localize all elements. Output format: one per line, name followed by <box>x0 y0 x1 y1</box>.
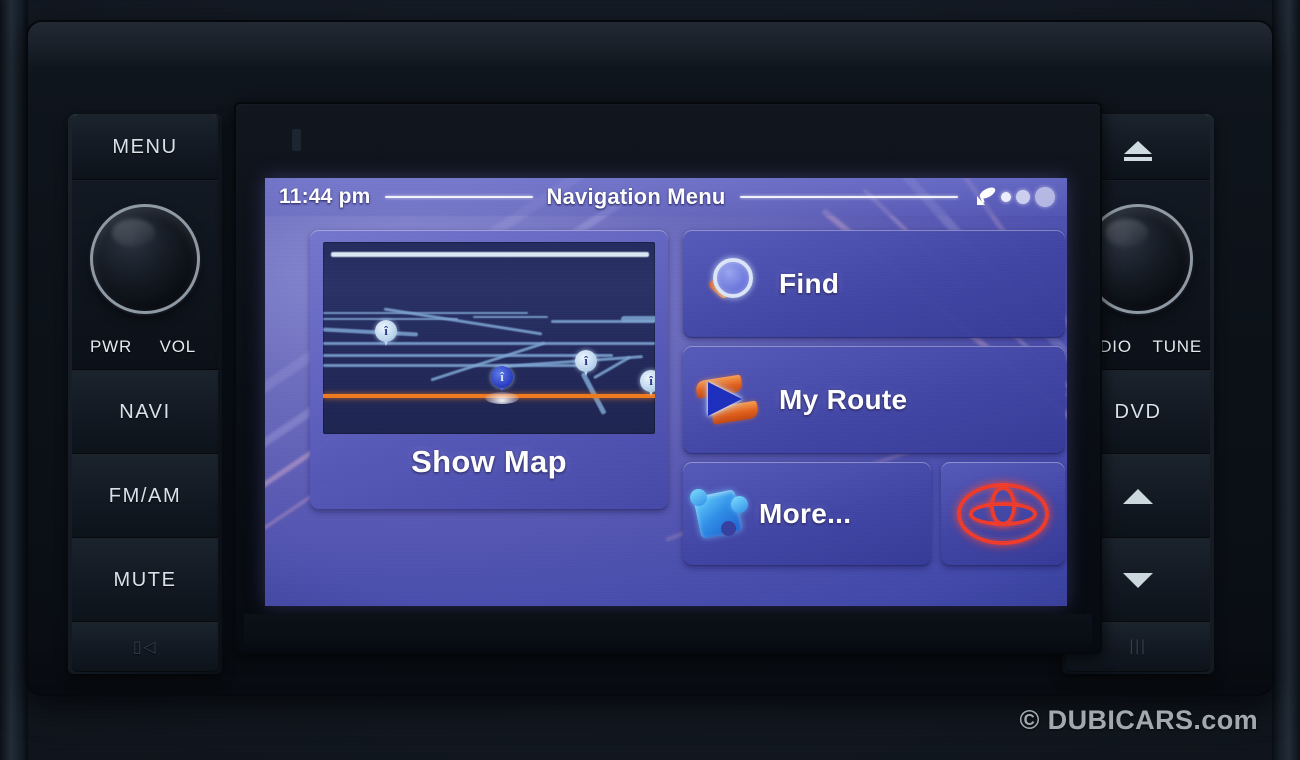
clock: 11:44 pm <box>279 185 371 208</box>
left-button-panel: MENU PWR VOL NAVI FM/AM MUTE ▯◁ <box>68 114 222 674</box>
navi-button-label: NAVI <box>119 400 171 423</box>
more-tile[interactable]: More... <box>683 462 931 566</box>
screen-bezel: 11:44 pm Navigation Menu î î î î Show Ma… <box>234 102 1102 654</box>
head-unit-faceplate: MENU PWR VOL NAVI FM/AM MUTE ▯◁ AUDIO TU… <box>28 22 1272 694</box>
vehicle-position-marker <box>485 392 519 404</box>
map-road <box>621 316 655 322</box>
mute-button[interactable]: MUTE <box>72 538 218 622</box>
satellite-dish-icon <box>977 187 996 205</box>
map-pin: î <box>575 350 597 376</box>
fm-am-button-label: FM/AM <box>108 484 182 507</box>
trim-edge-right <box>1272 0 1300 760</box>
faceplate-highlight <box>28 22 1272 68</box>
map-preview[interactable]: î î î î <box>323 242 655 434</box>
map-road <box>323 354 613 357</box>
show-map-label-wrap: Show Map <box>310 444 668 480</box>
show-map-label: Show Map <box>411 444 567 479</box>
light-sensor <box>292 129 301 151</box>
puzzle-piece-icon <box>683 487 759 541</box>
gps-signal-dot-3 <box>1035 187 1055 207</box>
menu-button[interactable]: MENU <box>72 114 218 180</box>
my-route-label: My Route <box>779 384 908 415</box>
find-label: Find <box>779 268 840 299</box>
map-pin-selected: î <box>491 366 513 392</box>
page-title: Navigation Menu <box>546 184 726 209</box>
map-pin: î <box>640 370 655 396</box>
map-road <box>473 316 548 318</box>
map-road <box>430 341 546 382</box>
more-label: More... <box>759 498 852 529</box>
navi-button[interactable]: NAVI <box>72 370 218 454</box>
trim-edge-left <box>0 0 28 760</box>
display-off-icon: ▯◁ <box>132 639 158 656</box>
gps-signal-dot-1 <box>1001 192 1011 202</box>
vol-label: VOL <box>159 337 196 356</box>
menu-button-label: MENU <box>112 135 178 158</box>
power-volume-knob[interactable] <box>93 207 197 311</box>
watermark: © DUBICARS.com <box>1019 705 1258 735</box>
map-pin: î <box>375 320 397 346</box>
status-rule-left <box>384 196 533 198</box>
mute-button-label: MUTE <box>113 568 177 591</box>
status-bar: 11:44 pm Navigation Menu <box>265 178 1067 216</box>
lcd-screen[interactable]: 11:44 pm Navigation Menu î î î î Show Ma… <box>265 178 1067 606</box>
tune-label: TUNE <box>1152 337 1202 356</box>
power-volume-knob-well: PWR VOL <box>72 180 218 370</box>
show-map-tile[interactable]: î î î î Show Map <box>310 230 668 510</box>
find-tile[interactable]: Find <box>683 230 1065 338</box>
pwr-label: PWR <box>90 337 133 356</box>
status-rule-right <box>739 196 958 198</box>
map-road <box>323 342 655 345</box>
display-off-button[interactable]: ▯◁ <box>72 622 218 672</box>
fm-am-button[interactable]: FM/AM <box>72 454 218 538</box>
toyota-logo-tile[interactable] <box>941 462 1065 566</box>
my-route-tile[interactable]: My Route <box>683 346 1065 454</box>
status-icons <box>974 187 1055 207</box>
map-road <box>323 327 419 337</box>
magnifier-icon <box>683 256 779 312</box>
gps-signal-dot-2 <box>1016 190 1030 204</box>
bezel-bottom-ledge <box>244 614 1092 648</box>
eject-icon <box>1124 140 1152 161</box>
route-arrow-icon <box>683 372 779 428</box>
map-road <box>331 252 649 257</box>
dvd-button-label: DVD <box>1114 400 1162 423</box>
toyota-logo-icon <box>957 483 1049 545</box>
chevron-down-icon <box>1123 572 1153 588</box>
vent-icon: ||| <box>1129 638 1147 655</box>
chevron-up-icon <box>1123 488 1153 504</box>
